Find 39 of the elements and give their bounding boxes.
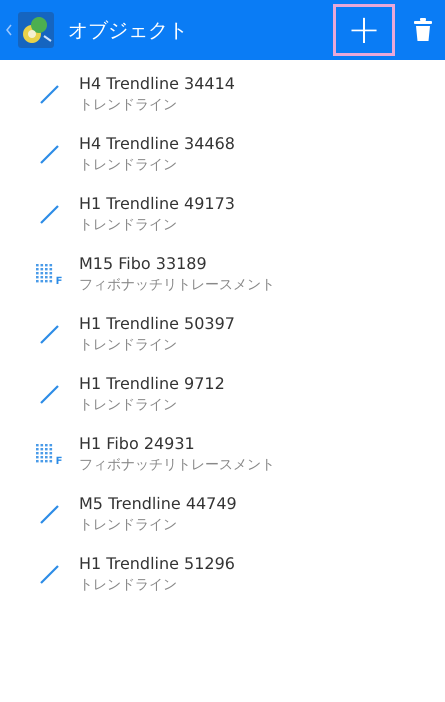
- trendline-icon: [38, 144, 58, 164]
- app-logo-icon[interactable]: [18, 12, 54, 48]
- object-name: H4 Trendline 34414: [79, 73, 235, 95]
- object-type: トレンドライン: [79, 396, 178, 415]
- object-type: トレンドライン: [79, 516, 178, 535]
- screen-title: オブジェクト: [68, 16, 189, 44]
- object-type: トレンドライン: [79, 216, 178, 235]
- trendline-icon: [38, 384, 58, 404]
- object-name: M15 Fibo 33189: [79, 253, 208, 275]
- trendline-icon: [38, 324, 58, 344]
- trash-icon[interactable]: [413, 18, 433, 42]
- object-name: H1 Trendline 9712: [79, 373, 225, 395]
- object-type: トレンドライン: [79, 156, 178, 175]
- object-type: フィボナッチリトレースメント: [79, 456, 275, 475]
- trendline-icon: [38, 564, 58, 584]
- object-item[interactable]: H1 Trendline 51296 トレンドライン: [0, 544, 445, 604]
- object-item[interactable]: H1 Trendline 9712 トレンドライン: [0, 364, 445, 424]
- trendline-icon: [38, 84, 58, 104]
- object-type: トレンドライン: [79, 576, 178, 595]
- object-name: H1 Trendline 51296: [79, 553, 235, 575]
- object-name: H1 Trendline 50397: [79, 313, 235, 335]
- object-type: フィボナッチリトレースメント: [79, 276, 275, 295]
- object-item[interactable]: H4 Trendline 34414 トレンドライン: [0, 64, 445, 124]
- object-name: H1 Fibo 24931: [79, 433, 196, 455]
- trendline-icon: [38, 204, 58, 224]
- object-name: H4 Trendline 34468: [79, 133, 235, 155]
- object-item[interactable]: H1 Trendline 49173 トレンドライン: [0, 184, 445, 244]
- object-item[interactable]: F M15 Fibo 33189 フィボナッチリトレースメント: [0, 244, 445, 304]
- add-button[interactable]: +: [333, 4, 395, 56]
- object-type: トレンドライン: [79, 336, 178, 355]
- object-item[interactable]: F H1 Fibo 24931 フィボナッチリトレースメント: [0, 424, 445, 484]
- object-item[interactable]: H4 Trendline 34468 トレンドライン: [0, 124, 445, 184]
- back-chevron-icon[interactable]: [6, 24, 12, 36]
- object-type: トレンドライン: [79, 96, 178, 115]
- object-item[interactable]: M5 Trendline 44749 トレンドライン: [0, 484, 445, 544]
- object-name: H1 Trendline 49173: [79, 193, 235, 215]
- object-item[interactable]: H1 Trendline 50397 トレンドライン: [0, 304, 445, 364]
- trendline-icon: [38, 504, 58, 524]
- object-name: M5 Trendline 44749: [79, 493, 237, 515]
